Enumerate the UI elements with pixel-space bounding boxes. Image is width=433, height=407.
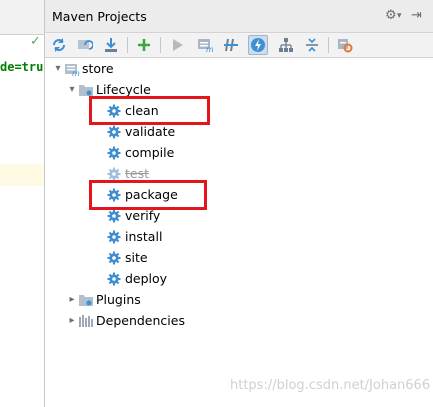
- annotation-box-clean: [89, 96, 210, 125]
- editor-area: ✓ de=tru: [0, 0, 45, 407]
- add-maven-project-icon[interactable]: [134, 35, 154, 55]
- maven-projects-panel: Maven Projects ⚙ ▾ ⇥ m: [45, 0, 433, 407]
- toolbar-separator: [127, 37, 128, 53]
- goal-label: validate: [125, 124, 176, 139]
- goal-label: deploy: [125, 271, 168, 286]
- panel-title-bar: Maven Projects ⚙ ▾ ⇥: [45, 0, 433, 33]
- lifecycle-folder-icon: [78, 83, 94, 97]
- watermark: https://blog.csdn.net/Johan666: [230, 378, 431, 393]
- show-dependencies-icon[interactable]: [276, 35, 296, 55]
- gear-icon: [107, 125, 121, 139]
- dependencies-folder-icon: [78, 314, 94, 328]
- editor-tab-strip: [0, 0, 44, 35]
- plugins-folder-icon: [78, 293, 94, 307]
- inspection-ok-icon: ✓: [30, 34, 41, 49]
- svg-text:m: m: [206, 45, 213, 53]
- collapsed-arrow-icon[interactable]: ▸: [66, 294, 78, 306]
- collapsed-arrow-icon[interactable]: ▸: [66, 315, 78, 327]
- gear-icon: [107, 146, 121, 160]
- gear-icon[interactable]: ⚙: [385, 8, 397, 23]
- lifecycle-label: Lifecycle: [96, 82, 151, 97]
- maven-toolbar: m: [45, 33, 433, 58]
- maven-project-icon: m: [64, 62, 80, 78]
- current-line-highlight: [0, 164, 44, 186]
- annotation-box-package: [89, 180, 207, 210]
- code-fragment: de=tru: [0, 60, 44, 74]
- svg-text:m: m: [72, 69, 80, 76]
- expanded-arrow-icon[interactable]: ▾: [52, 63, 64, 75]
- tree-item-dependencies[interactable]: ▸ Dependencies: [66, 310, 185, 331]
- gear-icon: [107, 209, 121, 223]
- maven-settings-icon[interactable]: [335, 35, 355, 55]
- download-icon[interactable]: [101, 35, 121, 55]
- gear-icon: [107, 272, 121, 286]
- goal-label: verify: [125, 208, 161, 223]
- run-maven-build-icon[interactable]: [167, 35, 187, 55]
- expanded-arrow-icon[interactable]: ▾: [66, 84, 78, 96]
- toggle-offline-mode-icon[interactable]: [221, 35, 241, 55]
- goal-label: test: [125, 166, 150, 181]
- execute-maven-goal-icon[interactable]: m: [195, 35, 215, 55]
- tree-item-goal-install[interactable]: install: [107, 226, 162, 247]
- skip-tests-icon[interactable]: [248, 35, 268, 55]
- toolbar-separator: [160, 37, 161, 53]
- tree-item-store[interactable]: ▾ m store: [52, 58, 114, 79]
- goal-label: site: [125, 250, 148, 265]
- tree-item-goal-site[interactable]: site: [107, 247, 148, 268]
- generate-sources-icon[interactable]: [75, 35, 95, 55]
- tree-item-goal-deploy[interactable]: deploy: [107, 268, 167, 289]
- project-name: store: [82, 61, 114, 76]
- tree-item-goal-compile[interactable]: compile: [107, 142, 174, 163]
- chevron-down-icon[interactable]: ▾: [397, 11, 402, 21]
- goal-label: install: [125, 229, 163, 244]
- gear-icon: [107, 230, 121, 244]
- gear-icon: [107, 251, 121, 265]
- dependencies-label: Dependencies: [96, 313, 185, 328]
- hide-panel-icon[interactable]: ⇥: [411, 8, 422, 23]
- goal-label: compile: [125, 145, 175, 160]
- toolbar-separator: [328, 37, 329, 53]
- reimport-icon[interactable]: [49, 35, 69, 55]
- gear-icon: [107, 167, 121, 181]
- plugins-label: Plugins: [96, 292, 141, 307]
- panel-title: Maven Projects: [52, 9, 147, 24]
- collapse-all-icon[interactable]: [302, 35, 322, 55]
- tree-item-plugins[interactable]: ▸ Plugins: [66, 289, 141, 310]
